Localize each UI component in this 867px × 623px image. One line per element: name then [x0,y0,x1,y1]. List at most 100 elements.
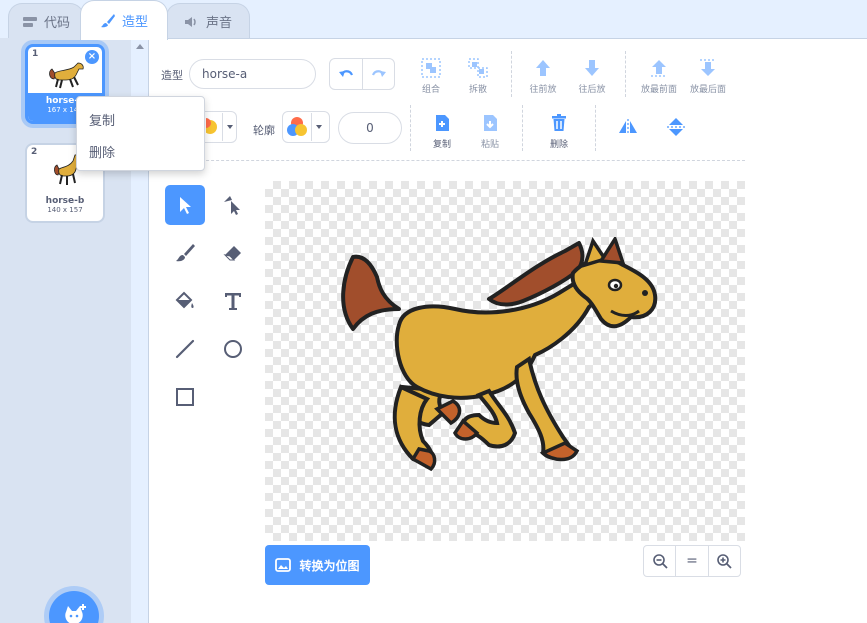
back-button[interactable]: 放最后面 [685,56,731,95]
forward-label: 往前放 [529,85,557,95]
flip-vertical-icon [667,118,685,136]
delete-button[interactable]: 删除 [536,111,582,150]
flip-vertical-button[interactable] [653,115,699,139]
outline-color-picker[interactable] [282,111,330,143]
convert-to-bitmap-button[interactable]: 转换为位图 [265,545,370,585]
undo-button[interactable] [330,59,362,89]
tab-sounds[interactable]: 声音 [166,3,250,39]
costume-number: 2 [31,147,38,157]
zoom-in-button[interactable] [707,546,740,576]
copy-button[interactable]: 复制 [419,111,465,150]
rectangle-tool[interactable] [165,377,205,417]
fill-tool[interactable] [165,281,205,321]
backward-label: 往后放 [578,85,606,95]
zoom-in-icon [717,554,732,569]
context-menu: 复制 删除 [76,96,205,171]
cat-plus-icon [65,604,86,623]
redo-icon [371,70,386,77]
copy-icon [436,115,449,131]
tab-label: 声音 [205,16,232,31]
circle-tool[interactable] [213,329,253,369]
speaker-icon [184,14,200,30]
fill-dropdown-icon[interactable] [222,113,236,141]
fill-swatch [203,113,222,141]
toolbar-divider [625,51,626,97]
paste-button[interactable]: 粘贴 [467,111,513,150]
paint-canvas[interactable] [265,181,745,541]
eraser-icon [223,246,241,261]
front-label: 放最前面 [640,85,677,95]
delete-label: 删除 [549,140,568,150]
editor-tabs: 代码 造型 声音 [0,0,867,40]
arrow-up-icon [536,60,550,76]
outline-dropdown-icon[interactable] [311,113,325,141]
arrow-cursor-icon [180,197,191,214]
ungroup-label: 拆散 [468,85,487,95]
horse-drawing [341,237,658,472]
brush-icon [176,244,195,262]
undo-icon [339,70,354,77]
toolbar-divider [522,105,523,151]
outline-swatch [283,113,311,141]
copy-label: 复制 [432,140,451,150]
paint-editor: 造型 horse-a 组合 拆散 往前放 往后放 放最前面 放最后面 轮廓 0 … [149,38,867,623]
undo-redo-group [329,58,395,90]
paint-bucket-icon [175,291,194,309]
outline-width-input[interactable]: 0 [338,112,402,144]
ungroup-button[interactable]: 拆散 [455,56,501,95]
arrow-down-icon [585,60,599,76]
reshape-tool[interactable] [213,185,253,225]
costume-name: horse-b [45,196,85,206]
send-back-icon [700,59,716,76]
redo-button[interactable] [362,59,394,89]
reshape-icon [224,196,240,215]
costume-name-label: 造型 [161,69,183,82]
trash-icon [552,114,566,131]
paste-label: 粘贴 [480,140,499,150]
toolbar-divider [511,51,512,97]
costume-size: 140 x 157 [47,206,83,214]
eraser-tool[interactable] [213,233,253,273]
zoom-out-icon [652,554,668,569]
back-label: 放最后面 [689,85,726,95]
tab-costumes[interactable]: 造型 [80,0,168,40]
circle-icon [224,340,242,358]
toolbar-divider [595,105,596,151]
text-tool[interactable] [213,281,253,321]
code-icon [22,14,38,30]
text-icon [225,293,241,310]
group-label: 组合 [421,85,440,95]
forward-button[interactable]: 往前放 [520,56,566,95]
group-button[interactable]: 组合 [408,56,454,95]
rectangle-icon [176,388,194,406]
line-tool[interactable] [165,329,205,369]
zoom-controls: = [643,545,741,577]
context-menu-duplicate[interactable]: 复制 [89,110,115,129]
costume-number: 1 [32,49,39,59]
flip-horizontal-button[interactable] [605,115,651,139]
costume-name-input[interactable]: horse-a [189,59,316,89]
image-icon [275,558,292,572]
tab-label: 代码 [43,16,70,31]
tab-label: 造型 [121,15,148,30]
front-button[interactable]: 放最前面 [636,56,682,95]
ungroup-icon [468,58,488,78]
line-icon [175,339,195,359]
convert-button-label: 转换为位图 [299,558,360,573]
brush-tool[interactable] [165,233,205,273]
zoom-reset-button[interactable]: = [675,546,707,576]
bring-front-icon [651,60,667,77]
zoom-out-button[interactable] [644,546,675,576]
scroll-up-arrow-icon[interactable] [136,44,144,49]
toolbar-bottom-divider [161,160,745,161]
backward-button[interactable]: 往后放 [569,56,615,95]
horse-thumbnail [49,62,84,89]
context-menu-delete[interactable]: 删除 [89,142,115,161]
brush-icon [100,13,116,29]
paste-icon [484,115,497,131]
outline-label: 轮廓 [253,124,275,137]
tab-code[interactable]: 代码 [8,3,84,39]
fill-color-picker[interactable] [203,111,237,143]
select-tool[interactable] [165,185,205,225]
costume-info: horse-b 140 x 157 [27,193,103,221]
